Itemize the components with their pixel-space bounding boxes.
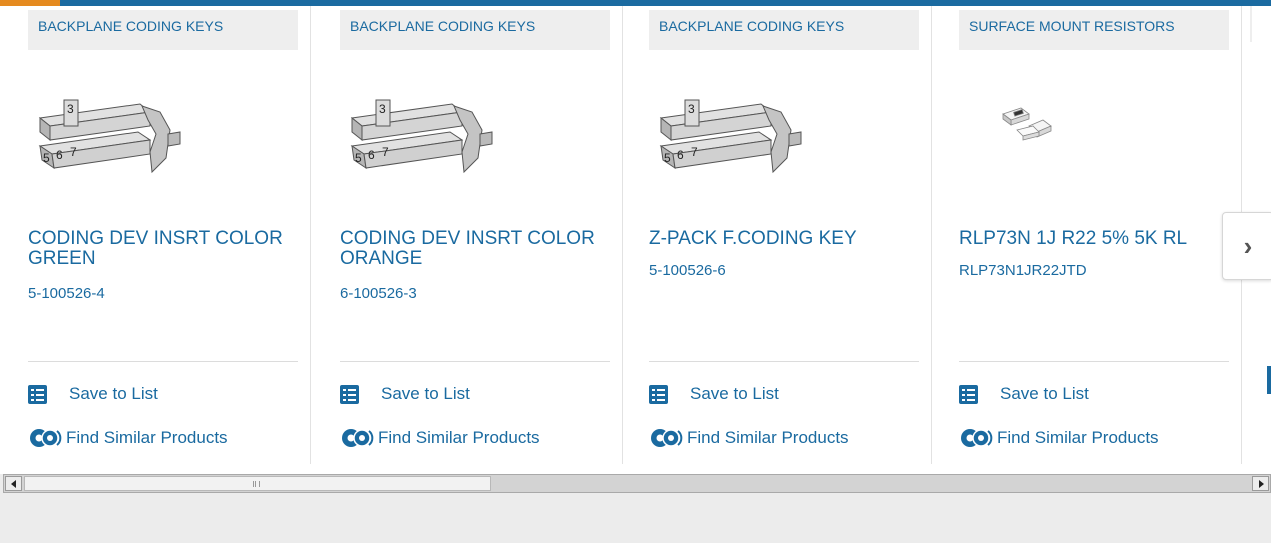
svg-text:3: 3 [379,102,386,116]
gears-icon [30,429,62,447]
product-card: SURFACE MOUNT RESISTORS RLP73N 1J R22 5%… [931,6,1242,464]
save-to-list-label: Save to List [69,384,158,403]
category-label[interactable]: BACKPLANE CODING KEYS [340,10,610,50]
svg-text:6: 6 [677,148,684,162]
find-similar-button[interactable]: Find Similar Products [649,427,849,449]
product-name-link[interactable]: Z-PACK F.CODING KEY [649,229,909,249]
horizontal-scrollbar[interactable] [3,474,1271,493]
save-to-list-button[interactable]: Save to List [959,384,1089,404]
product-card: BACKPLANE CODING KEYS 3 5 6 7 CODING DEV… [312,6,623,464]
product-name-link[interactable]: CODING DEV INSRT COLOR GREEN [28,229,288,269]
find-similar-label: Find Similar Products [378,428,540,447]
divider [28,361,298,362]
gears-icon [961,429,993,447]
gears-icon [651,429,683,447]
list-check-icon [959,384,978,404]
list-check-icon [340,384,359,404]
svg-text:6: 6 [56,148,63,162]
scrollbar-thumb[interactable] [24,476,491,491]
list-check-icon [649,384,668,404]
save-to-list-button[interactable]: Save to List [28,384,158,404]
product-name-link[interactable]: RLP73N 1J R22 5% 5K RL [959,229,1219,249]
save-to-list-label: Save to List [690,384,779,403]
product-image[interactable]: 3 5 6 7 [28,82,198,182]
save-to-list-button[interactable]: Save to List [340,384,470,404]
find-similar-label: Find Similar Products [997,428,1159,447]
product-image[interactable] [959,82,1129,182]
save-to-list-button[interactable]: Save to List [649,384,779,404]
carousel-viewport: BACKPLANE CODING KEYS 3 5 6 7 CODING DEV… [0,0,1271,474]
list-check-icon [28,384,47,404]
find-similar-label: Find Similar Products [687,428,849,447]
find-similar-button[interactable]: Find Similar Products [340,427,540,449]
product-card: BACKPLANE CODING KEYS 3 5 6 7 CODING DEV… [0,6,311,464]
scroll-left-arrow[interactable] [5,476,22,491]
svg-text:7: 7 [382,145,389,159]
product-image[interactable]: 3 5 6 7 [649,82,819,182]
save-to-list-label: Save to List [1000,384,1089,403]
divider [340,361,610,362]
next-card-peek [1250,6,1252,42]
part-number-link[interactable]: 5-100526-6 [649,262,726,279]
part-number-link[interactable]: RLP73N1JR22JTD [959,262,1087,279]
svg-text:5: 5 [43,151,50,165]
chevron-right-icon: › [1243,230,1253,261]
svg-text:5: 5 [355,151,362,165]
category-label[interactable]: BACKPLANE CODING KEYS [649,10,919,50]
save-to-list-label: Save to List [381,384,470,403]
divider [959,361,1229,362]
svg-text:5: 5 [664,151,671,165]
category-label[interactable]: BACKPLANE CODING KEYS [28,10,298,50]
gears-icon [342,429,374,447]
find-similar-label: Find Similar Products [66,428,228,447]
find-similar-button[interactable]: Find Similar Products [28,427,228,449]
scroll-right-arrow[interactable] [1252,476,1269,491]
divider [649,361,919,362]
part-number-link[interactable]: 5-100526-4 [28,285,105,302]
svg-text:3: 3 [688,102,695,116]
svg-text:7: 7 [691,145,698,159]
part-number-link[interactable]: 6-100526-3 [340,285,417,302]
category-label[interactable]: SURFACE MOUNT RESISTORS [959,10,1229,50]
product-card: BACKPLANE CODING KEYS 3 5 6 7 Z-PACK F.C… [621,6,932,464]
svg-text:7: 7 [70,145,77,159]
svg-text:3: 3 [67,102,74,116]
product-image[interactable]: 3 5 6 7 [340,82,510,182]
find-similar-button[interactable]: Find Similar Products [959,427,1159,449]
product-name-link[interactable]: CODING DEV INSRT COLOR ORANGE [340,229,600,269]
svg-text:6: 6 [368,148,375,162]
next-card-peek-icon [1267,366,1271,394]
carousel-next-button[interactable]: › [1222,212,1271,280]
